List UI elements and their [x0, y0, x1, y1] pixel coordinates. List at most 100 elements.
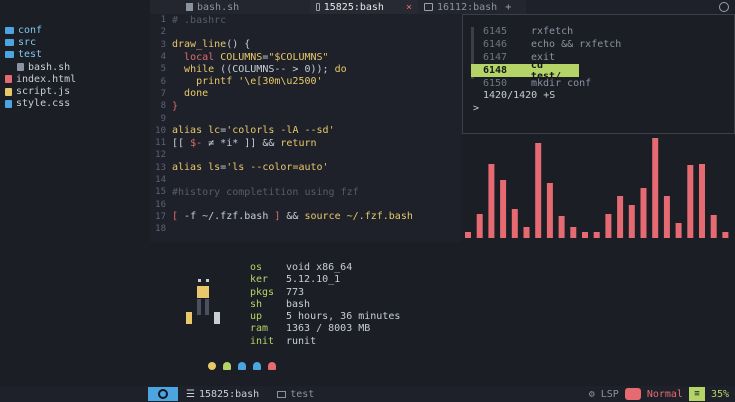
- tab-bar: bash.sh 15825:bash × 16112:bash +: [150, 0, 735, 14]
- code-token: ((COLUMNS-- > 0));: [214, 63, 335, 75]
- code-token: source: [304, 211, 341, 223]
- code-text: draw_line() {: [172, 39, 250, 50]
- line-number: 8: [160, 101, 166, 112]
- line-number: 3: [160, 39, 166, 50]
- history-row[interactable]: 6147 exit: [471, 51, 721, 64]
- code-text: [ -f ~/.fzf.bash ] && source ~/.fzf.bash: [172, 211, 413, 222]
- eye-icon: [158, 389, 168, 399]
- line-number: 14: [155, 175, 166, 185]
- code-text: # .bashrc: [172, 15, 226, 26]
- tree-folder[interactable]: src: [0, 36, 150, 48]
- window-close-icon[interactable]: [719, 2, 729, 12]
- tree-item-label: style.css: [16, 98, 71, 110]
- code-line: 7 done: [150, 88, 462, 100]
- status-terminal[interactable]: ☰ 15825:bash: [186, 389, 259, 400]
- terminal-pane[interactable]: os void x86_64 ker 5.12.10_1 pkgs 773 sh bash up…: [150, 242, 735, 386]
- history-prompt[interactable]: >: [471, 103, 721, 116]
- scroll-percent: 35%: [710, 388, 729, 400]
- history-row[interactable]: 6145 rxfetch: [471, 25, 721, 38]
- info-row: up 5 hours, 36 minutes: [250, 311, 400, 323]
- tree-folder[interactable]: conf: [0, 24, 150, 36]
- tux-logo: [186, 279, 220, 324]
- history-command: echo && rxfetch: [531, 39, 622, 50]
- code-text: #history completition using fzf: [172, 187, 359, 198]
- tree-folder[interactable]: test: [0, 49, 150, 61]
- tree-item-label: conf: [18, 24, 43, 36]
- add-tab-button[interactable]: +: [505, 2, 511, 13]
- code-token: ≠: [202, 137, 221, 149]
- system-info: os void x86_64 ker 5.12.10_1 pkgs 773 sh bash up…: [250, 262, 400, 348]
- info-row: ker 5.12.10_1: [250, 274, 400, 286]
- tab-terminal-active[interactable]: 15825:bash ×: [310, 0, 418, 14]
- tree-file[interactable]: script.js: [0, 85, 150, 97]
- visualizer-bar: [558, 216, 565, 238]
- terminal-icon: [316, 3, 320, 11]
- tree-file[interactable]: style.css: [0, 98, 150, 110]
- line-number: 12: [155, 150, 166, 161]
- info-key: ker: [250, 274, 269, 286]
- folder-icon: [5, 51, 14, 59]
- history-row[interactable]: 6148 cd test/: [471, 60, 579, 82]
- tab-label: bash.sh: [197, 1, 240, 13]
- history-number: 6146: [483, 39, 508, 50]
- code-line: 11 [[ $- ≠ *i* ]] && return: [150, 137, 462, 149]
- mode-indicator: [148, 387, 178, 401]
- code-editor[interactable]: 1 # .bashrc 2 3 draw_line() {4 local COLUMNS…: [150, 14, 462, 242]
- code-token: [[: [172, 137, 191, 149]
- pacman-row: [208, 362, 276, 370]
- line-number: 18: [155, 224, 166, 235]
- ghost-icon: [238, 362, 246, 370]
- status-directory[interactable]: test: [277, 389, 314, 400]
- visualizer-bar: [605, 214, 612, 238]
- tab-terminal-2[interactable]: 16112:bash +: [418, 0, 526, 14]
- gear-icon[interactable]: ⚙: [589, 389, 595, 400]
- line-number: 2: [160, 27, 166, 38]
- info-value: runit: [286, 335, 317, 347]
- history-row[interactable]: 6150 mkdir conf: [471, 77, 721, 90]
- file-icon: [5, 87, 12, 96]
- tab-bash-sh[interactable]: bash.sh: [150, 0, 310, 14]
- history-number: 6150: [483, 78, 508, 89]
- visualizer-bar: [570, 227, 577, 238]
- visualizer-bar: [663, 196, 670, 238]
- history-number: 6147: [483, 52, 508, 63]
- history-row[interactable]: 6146 echo && rxfetch: [471, 38, 721, 51]
- line-number: 15: [155, 187, 166, 198]
- lsp-indicator[interactable]: LSP: [601, 389, 619, 400]
- mode-icon: [624, 388, 641, 400]
- code-token: alias: [172, 162, 203, 174]
- code-token: '\e[30m\u2500': [238, 76, 323, 88]
- code-text: alias ls='ls --color=auto': [172, 162, 329, 173]
- code-line: 3 draw_line() {: [150, 39, 462, 51]
- tab-label: 16112:bash: [437, 1, 498, 13]
- code-line: 18: [150, 223, 462, 235]
- terminal-icon: [424, 3, 433, 11]
- line-number: 11: [155, 138, 166, 149]
- tab-label: 15825:bash: [323, 1, 384, 13]
- file-icon: [5, 75, 12, 84]
- code-line: 5 while ((COLUMNS-- > 0)); do: [150, 63, 462, 75]
- tree-file[interactable]: index.html: [0, 73, 150, 85]
- close-icon[interactable]: ×: [406, 2, 412, 13]
- tree-item-label: script.js: [16, 86, 71, 98]
- info-value: bash: [286, 298, 311, 310]
- tree-item-label: bash.sh: [28, 61, 71, 73]
- tree-file[interactable]: bash.sh: [0, 61, 150, 73]
- line-number: 5: [160, 64, 166, 75]
- info-value: void x86_64: [286, 262, 353, 273]
- code-token: alias: [172, 125, 203, 137]
- code-line: 1 # .bashrc: [150, 14, 462, 26]
- visualizer-bar: [699, 164, 705, 238]
- history-command: rxfetch: [531, 26, 574, 37]
- code-token: return: [280, 137, 317, 149]
- visualizer-bar: [511, 209, 518, 238]
- info-key: pkgs: [250, 286, 275, 298]
- visualizer-bar: [628, 205, 635, 238]
- info-key: os: [250, 262, 263, 273]
- audio-visualizer: [462, 134, 735, 244]
- visualizer-bar: [617, 196, 624, 238]
- code-line: 17 [ -f ~/.fzf.bash ] && source ~/.fzf.ba…: [150, 211, 462, 223]
- info-key: up: [250, 311, 263, 323]
